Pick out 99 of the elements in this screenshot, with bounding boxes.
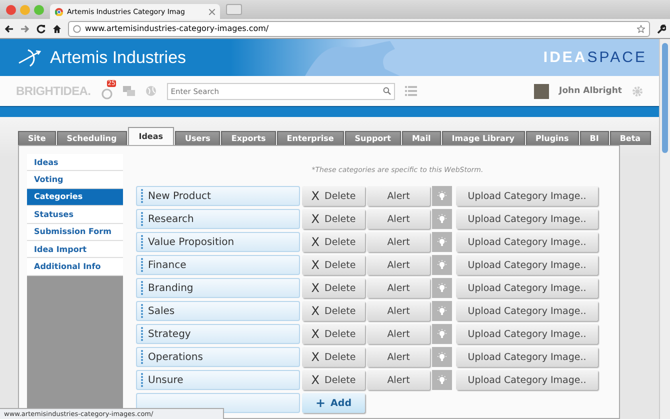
lightbulb-icon [437, 191, 447, 201]
lightbulb-icon [437, 375, 447, 385]
delete-button[interactable]: X Delete [302, 370, 365, 390]
category-field[interactable]: Value Proposition [136, 232, 300, 252]
list-icon[interactable] [404, 86, 417, 96]
lightbulb-icon [437, 306, 447, 316]
upload-image-button[interactable]: Upload Category Image.. [456, 186, 598, 206]
upload-image-button[interactable]: Upload Category Image.. [456, 232, 598, 252]
star-icon[interactable] [637, 24, 645, 32]
settings-icon[interactable] [632, 86, 643, 96]
drag-handle-icon[interactable] [139, 303, 145, 319]
sidebar-item[interactable]: Voting [27, 171, 123, 189]
sidebar-item[interactable]: Idea Import [27, 240, 123, 258]
delete-button[interactable]: X Delete [302, 301, 365, 321]
home-icon[interactable] [52, 24, 62, 34]
chat-icon[interactable] [122, 86, 135, 96]
category-field[interactable]: Sales [136, 301, 300, 321]
notification-icon[interactable] [100, 88, 113, 100]
drag-handle-icon[interactable] [139, 372, 145, 388]
alert-button[interactable]: Alert [367, 324, 430, 344]
lightbulb-button[interactable] [432, 301, 452, 321]
lightbulb-icon [437, 329, 447, 339]
alert-button[interactable]: Alert [367, 370, 430, 390]
lightbulb-button[interactable] [432, 232, 452, 252]
bow-and-arrow-icon [18, 48, 42, 68]
category-field[interactable]: Unsure [136, 370, 300, 390]
globe-icon[interactable] [144, 85, 157, 97]
lightbulb-button[interactable] [432, 278, 452, 298]
lightbulb-button[interactable] [432, 370, 452, 390]
upload-image-button[interactable]: Upload Category Image.. [456, 370, 598, 390]
globe-icon [73, 24, 81, 32]
lightbulb-button[interactable] [432, 255, 452, 275]
lightbulb-icon [437, 260, 447, 270]
back-arrow-icon[interactable] [4, 24, 14, 34]
lightbulb-button[interactable] [432, 347, 452, 367]
browser-logo-icon [55, 8, 63, 16]
category-field[interactable]: Research [136, 209, 300, 229]
delete-button[interactable]: X Delete [302, 255, 365, 275]
sidebar-item[interactable]: Ideas [27, 154, 123, 172]
forward-arrow-icon[interactable] [20, 24, 30, 34]
upload-image-button[interactable]: Upload Category Image.. [456, 255, 598, 275]
drag-handle-icon[interactable] [139, 326, 145, 342]
add-button[interactable]: + Add [302, 393, 365, 413]
upload-image-button[interactable]: Upload Category Image.. [456, 301, 598, 321]
lightbulb-button[interactable] [432, 324, 452, 344]
scrollbar-thumb[interactable] [662, 43, 668, 153]
alert-button[interactable]: Alert [367, 209, 430, 229]
address-bar[interactable]: www.artemisindustries-category-images.com/ [68, 20, 650, 36]
lightbulb-icon [437, 237, 447, 247]
delete-button[interactable]: X Delete [302, 278, 365, 298]
close-window-icon[interactable] [6, 4, 16, 14]
drag-handle-icon[interactable] [139, 349, 145, 365]
alert-button[interactable]: Alert [367, 232, 430, 252]
sidebar-item[interactable]: Statuses [27, 206, 123, 224]
lightbulb-icon [437, 283, 447, 293]
delete-button[interactable]: X Delete [302, 209, 365, 229]
ideaspace-logo: IDEASPACE [543, 49, 648, 66]
drag-handle-icon[interactable] [139, 188, 145, 204]
close-icon[interactable] [209, 8, 215, 14]
sidebar-item[interactable]: Additional Info [27, 258, 123, 276]
category-field[interactable]: New Product [136, 186, 300, 206]
avatar-placeholder[interactable] [534, 84, 550, 98]
lightbulb-icon [437, 214, 447, 224]
category-field[interactable]: Finance [136, 255, 300, 275]
new-tab-button[interactable] [226, 4, 242, 15]
category-field[interactable]: Branding [136, 278, 300, 298]
delete-button[interactable]: X Delete [302, 232, 365, 252]
minimize-window-icon[interactable] [20, 4, 30, 14]
lightbulb-icon [437, 352, 447, 362]
category-field[interactable]: Operations [136, 347, 300, 367]
admin-tab[interactable]: Ideas [128, 127, 174, 145]
alert-button[interactable]: Alert [367, 186, 430, 206]
drag-handle-icon[interactable] [139, 280, 145, 296]
maximize-window-icon[interactable] [34, 4, 44, 14]
delete-button[interactable]: X Delete [302, 186, 365, 206]
alert-button[interactable]: Alert [367, 278, 430, 298]
alert-button[interactable]: Alert [367, 255, 430, 275]
upload-image-button[interactable]: Upload Category Image.. [456, 347, 598, 367]
category-field[interactable]: Strategy [136, 324, 300, 344]
sidebar-item[interactable]: Submission Form [27, 224, 123, 241]
drag-handle-icon[interactable] [139, 234, 145, 250]
delete-button[interactable]: X Delete [302, 324, 365, 344]
upload-image-button[interactable]: Upload Category Image.. [456, 278, 598, 298]
user-name[interactable]: John Albright [559, 86, 622, 96]
drag-handle-icon[interactable] [139, 211, 145, 227]
search-icon[interactable] [382, 86, 391, 94]
sidebar-item[interactable]: Categories [27, 188, 123, 206]
reload-icon[interactable] [36, 24, 46, 34]
drag-handle-icon[interactable] [139, 257, 145, 273]
lightbulb-button[interactable] [432, 186, 452, 206]
lightbulb-button[interactable] [432, 209, 452, 229]
wrench-icon[interactable] [656, 24, 666, 34]
company-name: Artemis Industries [50, 48, 186, 68]
scrollbar[interactable] [659, 39, 670, 419]
upload-image-button[interactable]: Upload Category Image.. [456, 324, 598, 344]
upload-image-button[interactable]: Upload Category Image.. [456, 209, 598, 229]
alert-button[interactable]: Alert [367, 347, 430, 367]
delete-button[interactable]: X Delete [302, 347, 365, 367]
alert-button[interactable]: Alert [367, 301, 430, 321]
